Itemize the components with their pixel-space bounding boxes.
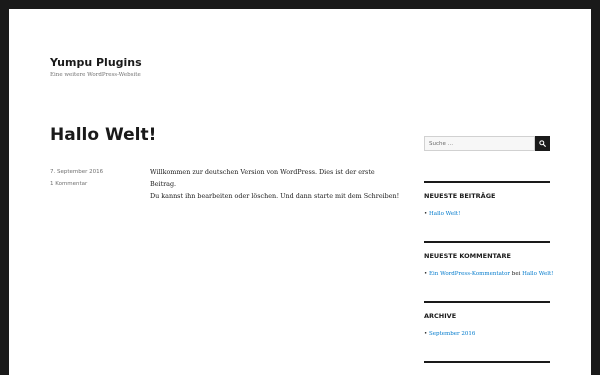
site-title[interactable]: Yumpu Plugins [50, 56, 142, 69]
post-content: Willkommen zur deutschen Version von Wor… [150, 166, 400, 202]
post-meta: 7. September 2016 1 Kommentar [50, 166, 103, 190]
list-item: • September 2016 [424, 331, 475, 337]
post-content-line: Du kannst ihn bearbeiten oder löschen. U… [150, 192, 400, 200]
comment-post-link[interactable]: Hallo Welt! [522, 271, 553, 277]
widget-divider [424, 361, 550, 363]
widget-recent-posts: NEUESTE BEITRÄGE • Hallo Welt! [424, 181, 550, 217]
post-comments-link[interactable]: 1 Kommentar [50, 178, 103, 190]
list-item: • Ein WordPress-Kommentator bei Hallo Wel… [424, 271, 553, 277]
widget-title: NEUESTE KOMMENTARE [424, 252, 511, 260]
comment-connector: bei [511, 271, 521, 277]
recent-post-link[interactable]: Hallo Welt! [429, 211, 460, 217]
site-description: Eine weitere WordPress-Website [50, 72, 141, 78]
post-date-link[interactable]: 7. September 2016 [50, 166, 103, 178]
sidebar: NEUESTE BEITRÄGE •Hallo Welt! NEUESTE KO… [424, 136, 553, 363]
widget-title: NEUESTE BEITRÄGE [424, 192, 496, 200]
post-title[interactable]: Hallo Welt! [50, 125, 156, 145]
comment-author-link[interactable]: Ein WordPress-Kommentator [429, 271, 510, 277]
search-input[interactable] [424, 136, 535, 151]
widget-title: ARCHIVE [424, 312, 457, 320]
search-button[interactable] [535, 136, 550, 151]
widget-recent-comments: NEUESTE KOMMENTARE • Ein WordPress-Kommen… [424, 241, 553, 277]
search-icon [539, 140, 546, 147]
archive-link[interactable]: September 2016 [429, 331, 475, 337]
widget-archive: ARCHIVE • September 2016 [424, 301, 550, 337]
page-frame: Yumpu Plugins Eine weitere WordPress-Web… [9, 9, 591, 375]
post-content-line: Willkommen zur deutschen Version von Wor… [150, 168, 375, 188]
search-form [424, 136, 550, 151]
list-item: • Hallo Welt! [424, 211, 460, 217]
